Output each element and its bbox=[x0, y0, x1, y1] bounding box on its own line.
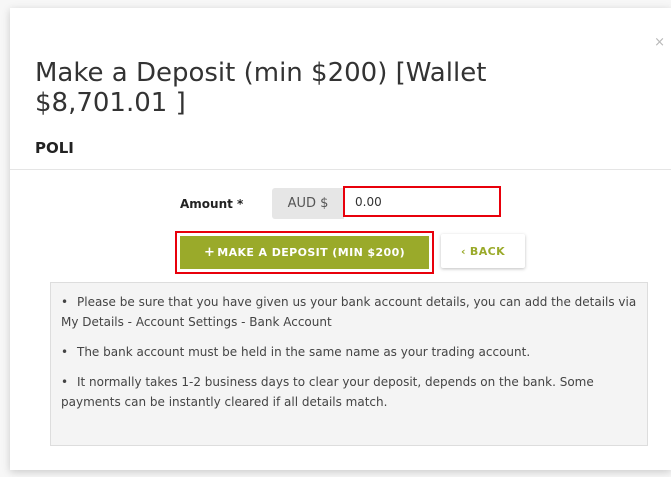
bullet-icon: • bbox=[61, 295, 69, 309]
close-icon[interactable]: × bbox=[654, 36, 665, 49]
currency-addon: AUD $ bbox=[272, 188, 344, 219]
make-deposit-label: MAKE A DEPOSIT (MIN $200) bbox=[217, 246, 406, 259]
modal-title: Make a Deposit (min $200) [Wallet $8,701… bbox=[35, 58, 487, 118]
chevron-left-icon: ‹ bbox=[460, 244, 466, 258]
deposit-button-highlight: + MAKE A DEPOSIT (MIN $200) bbox=[175, 231, 434, 274]
divider bbox=[10, 169, 671, 170]
bullet-icon: • bbox=[61, 375, 69, 389]
info-item: • It normally takes 1-2 business days to … bbox=[61, 372, 637, 412]
amount-label: Amount * bbox=[180, 197, 244, 211]
payment-method-title: POLI bbox=[35, 139, 74, 157]
bullet-icon: • bbox=[61, 345, 69, 359]
make-deposit-button[interactable]: + MAKE A DEPOSIT (MIN $200) bbox=[180, 236, 429, 269]
plus-icon: + bbox=[203, 245, 216, 260]
info-item-text: Please be sure that you have given us yo… bbox=[61, 295, 637, 329]
info-item: • The bank account must be held in the sa… bbox=[61, 342, 637, 362]
back-label: BACK bbox=[469, 244, 506, 258]
info-item: • Please be sure that you have given us y… bbox=[61, 292, 637, 332]
deposit-modal: × Make a Deposit (min $200) [Wallet $8,7… bbox=[10, 8, 671, 470]
amount-input[interactable] bbox=[343, 186, 501, 217]
info-item-text: The bank account must be held in the sam… bbox=[77, 345, 531, 359]
info-item-text: It normally takes 1-2 business days to c… bbox=[61, 375, 594, 409]
back-button[interactable]: ‹ BACK bbox=[441, 234, 525, 268]
info-box: • Please be sure that you have given us y… bbox=[50, 282, 648, 446]
